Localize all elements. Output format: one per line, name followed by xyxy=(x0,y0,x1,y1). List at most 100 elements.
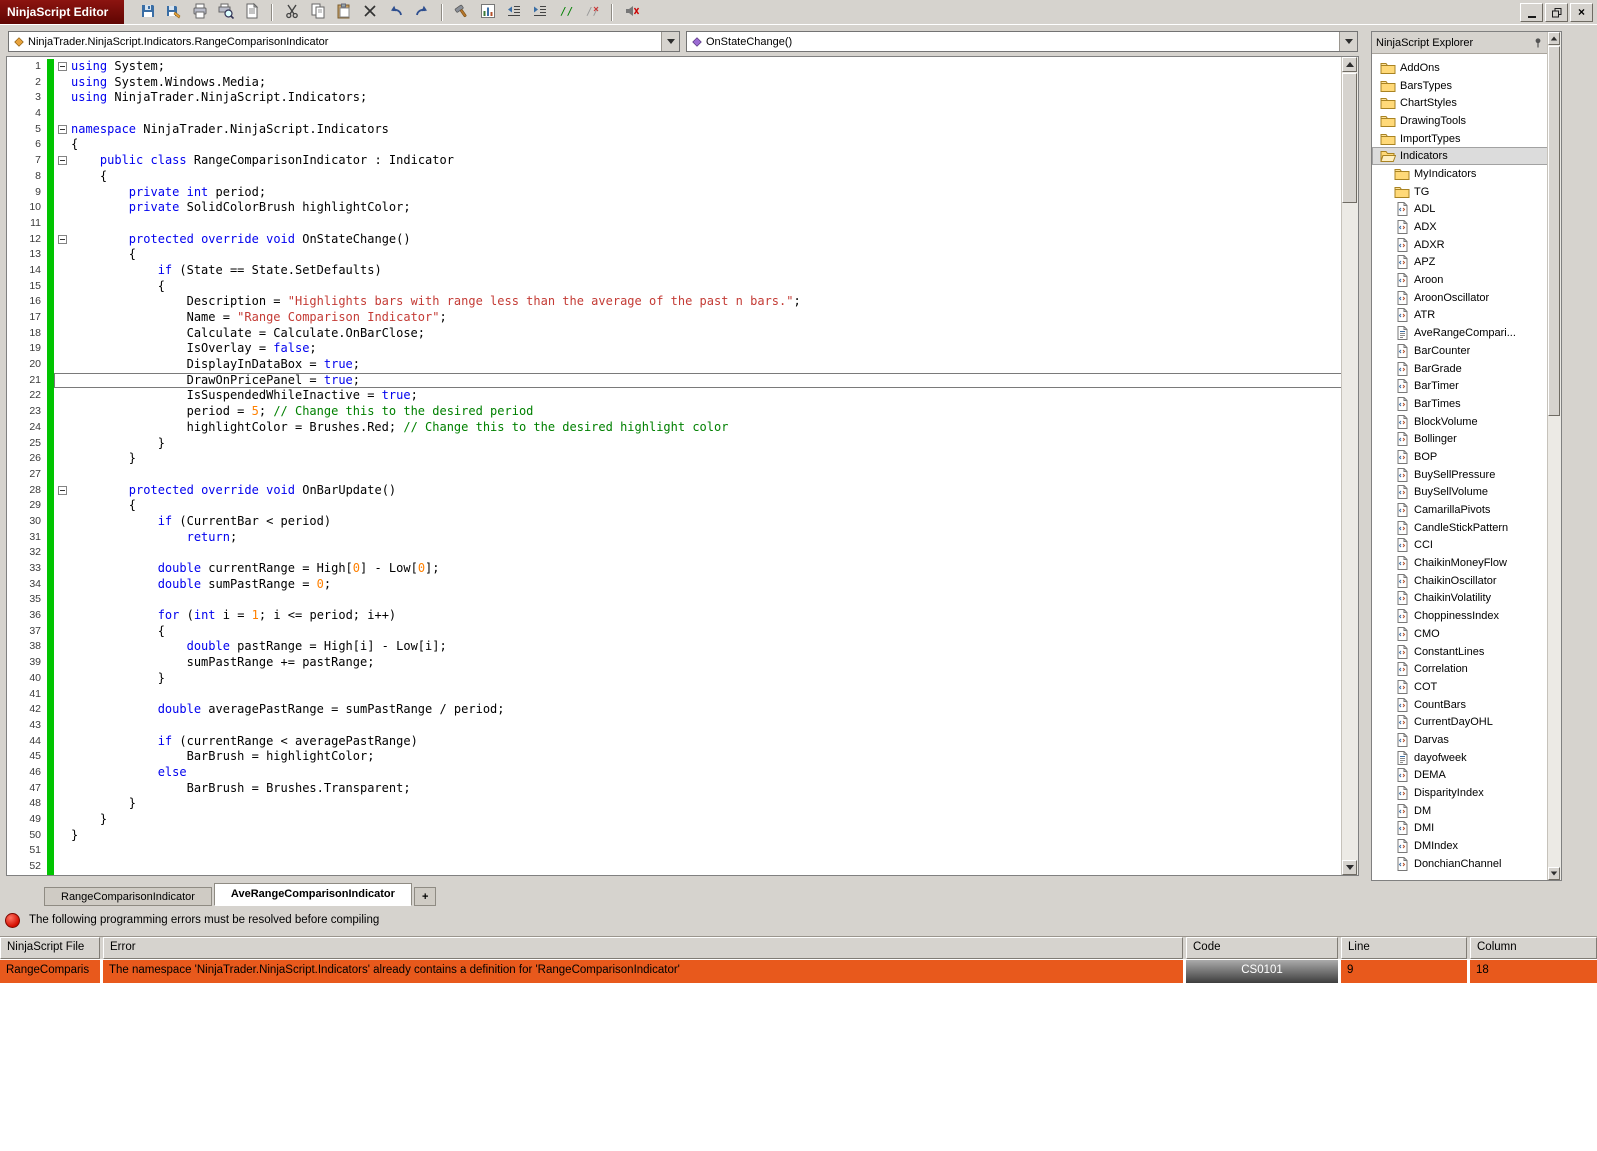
delete-button[interactable] xyxy=(358,2,382,22)
close-button[interactable]: × xyxy=(1570,3,1593,22)
code-text[interactable]: using System.Windows.Media; xyxy=(71,75,1342,91)
code-text[interactable]: return; xyxy=(71,530,1342,546)
code-line[interactable]: 31 return; xyxy=(7,529,1342,546)
code-text[interactable]: DrawOnPricePanel = true; xyxy=(71,373,1342,389)
explorer-item-barcounter[interactable]: BarCounter xyxy=(1372,342,1548,360)
undo-button[interactable] xyxy=(384,2,408,22)
code-text[interactable]: Description = "Highlights bars with rang… xyxy=(71,294,1342,310)
toggle-alerts-button[interactable] xyxy=(620,2,644,22)
explorer-item-bartimes[interactable]: BarTimes xyxy=(1372,395,1548,413)
code-line[interactable]: 42 double averagePastRange = sumPastRang… xyxy=(7,702,1342,718)
column-header-line[interactable]: Line xyxy=(1341,937,1467,959)
column-header-code[interactable]: Code xyxy=(1186,937,1338,959)
code-text[interactable]: protected override void OnBarUpdate() xyxy=(71,483,1342,499)
collapse-icon[interactable] xyxy=(58,485,67,495)
collapse-icon[interactable] xyxy=(58,62,67,72)
explorer-item-cci[interactable]: CCI xyxy=(1372,537,1548,555)
scroll-down-button[interactable] xyxy=(1548,867,1560,880)
editor-vertical-scrollbar[interactable] xyxy=(1341,57,1358,875)
explorer-item-buysellpressure[interactable]: BuySellPressure xyxy=(1372,466,1548,484)
explorer-item-indicators[interactable]: Indicators xyxy=(1372,147,1548,166)
save-as-button[interactable] xyxy=(162,2,186,22)
code-text[interactable]: if (CurrentBar < period) xyxy=(71,514,1342,530)
explorer-item-chaikinoscillator[interactable]: ChaikinOscillator xyxy=(1372,572,1548,590)
code-text[interactable]: DisplayInDataBox = true; xyxy=(71,357,1342,373)
indent-button[interactable] xyxy=(528,2,552,22)
code-text[interactable] xyxy=(71,467,1342,483)
code-line[interactable]: 13 { xyxy=(7,247,1342,263)
code-text[interactable]: private SolidColorBrush highlightColor; xyxy=(71,200,1342,216)
restore-button[interactable] xyxy=(1545,3,1568,22)
explorer-item-atr[interactable]: ATR xyxy=(1372,307,1548,325)
class-selector-dropdown-arrow[interactable] xyxy=(661,32,679,51)
code-text[interactable]: } xyxy=(71,671,1342,687)
code-text[interactable]: using NinjaTrader.NinjaScript.Indicators… xyxy=(71,90,1342,106)
collapse-icon[interactable] xyxy=(58,234,67,244)
code-line[interactable]: 43 xyxy=(7,717,1342,734)
column-header-ninjascript-file[interactable]: NinjaScript File xyxy=(0,937,100,959)
code-text[interactable]: { xyxy=(71,169,1342,185)
cut-button[interactable] xyxy=(280,2,304,22)
explorer-item-camarillapivots[interactable]: CamarillaPivots xyxy=(1372,501,1548,519)
print-button[interactable] xyxy=(188,2,212,22)
explorer-item-dmi[interactable]: DMI xyxy=(1372,820,1548,838)
explorer-item-currentdayohl[interactable]: CurrentDayOHL xyxy=(1372,713,1548,731)
code-line[interactable]: 52 xyxy=(7,859,1342,875)
code-line[interactable]: 24 highlightColor = Brushes.Red; // Chan… xyxy=(7,419,1342,436)
code-line[interactable]: 45 BarBrush = highlightColor; xyxy=(7,749,1342,765)
new-tab-button[interactable]: + xyxy=(413,887,437,906)
code-line[interactable]: 38 double pastRange = High[i] - Low[i]; xyxy=(7,639,1342,656)
code-line[interactable]: 21 DrawOnPricePanel = true; xyxy=(7,372,1342,389)
code-text[interactable]: } xyxy=(71,796,1342,812)
explorer-item-chartstyles[interactable]: ChartStyles xyxy=(1372,94,1548,112)
code-text[interactable]: Calculate = Calculate.OnBarClose; xyxy=(71,326,1342,342)
code-line[interactable]: 44 if (currentRange < averagePastRange) xyxy=(7,733,1342,750)
code-line[interactable]: 40 } xyxy=(7,670,1342,687)
code-line[interactable]: 39 sumPastRange += pastRange; xyxy=(7,655,1342,671)
code-line[interactable]: 14 if (State == State.SetDefaults) xyxy=(7,262,1342,279)
member-selector-combobox[interactable]: OnStateChange() xyxy=(686,31,1358,52)
explorer-item-apz[interactable]: APZ xyxy=(1372,254,1548,272)
explorer-item-blockvolume[interactable]: BlockVolume xyxy=(1372,413,1548,431)
code-editor[interactable]: 1 using System; 2 using System.Windows.Medi… xyxy=(6,56,1359,876)
explorer-item-bargrade[interactable]: BarGrade xyxy=(1372,360,1548,378)
explorer-item-averangecompari[interactable]: AveRangeCompari... xyxy=(1372,324,1548,342)
comment-button[interactable]: // xyxy=(554,2,578,22)
explorer-item-adx[interactable]: ADX xyxy=(1372,218,1548,236)
code-text[interactable]: } xyxy=(71,436,1342,452)
code-line[interactable]: 7 public class RangeComparisonIndicator … xyxy=(7,153,1342,169)
code-line[interactable]: 4 xyxy=(7,106,1342,122)
code-text[interactable]: BarBrush = Brushes.Transparent; xyxy=(71,781,1342,797)
explorer-item-drawingtools[interactable]: DrawingTools xyxy=(1372,112,1548,130)
paste-button[interactable] xyxy=(332,2,356,22)
code-text[interactable] xyxy=(71,545,1342,561)
explorer-item-choppinessindex[interactable]: ChoppinessIndex xyxy=(1372,607,1548,625)
explorer-item-buysellvolume[interactable]: BuySellVolume xyxy=(1372,484,1548,502)
explorer-item-myindicators[interactable]: MyIndicators xyxy=(1372,165,1548,183)
analyzer-button[interactable] xyxy=(476,2,500,22)
explorer-item-cot[interactable]: COT xyxy=(1372,678,1548,696)
explorer-item-bartimer[interactable]: BarTimer xyxy=(1372,377,1548,395)
code-line[interactable]: 15 { xyxy=(7,278,1342,295)
uncomment-button[interactable]: // xyxy=(580,2,604,22)
outdent-button[interactable] xyxy=(502,2,526,22)
code-line[interactable]: 29 { xyxy=(7,498,1342,514)
code-text[interactable]: for (int i = 1; i <= period; i++) xyxy=(71,608,1342,624)
scrollbar-thumb[interactable] xyxy=(1548,46,1560,416)
code-text[interactable]: protected override void OnStateChange() xyxy=(71,232,1342,248)
code-line[interactable]: 10 private SolidColorBrush highlightColo… xyxy=(7,200,1342,216)
code-line[interactable]: 1 using System; xyxy=(7,59,1342,75)
code-line[interactable]: 3 using NinjaTrader.NinjaScript.Indicator… xyxy=(7,90,1342,107)
code-text[interactable]: { xyxy=(71,247,1342,263)
code-text[interactable]: BarBrush = highlightColor; xyxy=(71,749,1342,765)
code-line[interactable]: 18 Calculate = Calculate.OnBarClose; xyxy=(7,325,1342,342)
code-line[interactable]: 49 } xyxy=(7,812,1342,828)
explorer-item-dayofweek[interactable]: dayofweek xyxy=(1372,749,1548,767)
code-text[interactable]: if (State == State.SetDefaults) xyxy=(71,263,1342,279)
code-text[interactable]: { xyxy=(71,279,1342,295)
explorer-item-chaikinvolatility[interactable]: ChaikinVolatility xyxy=(1372,590,1548,608)
explorer-item-bollinger[interactable]: Bollinger xyxy=(1372,430,1548,448)
scroll-down-button[interactable] xyxy=(1342,860,1357,875)
code-text[interactable] xyxy=(71,718,1342,734)
code-line[interactable]: 46 else xyxy=(7,764,1342,781)
